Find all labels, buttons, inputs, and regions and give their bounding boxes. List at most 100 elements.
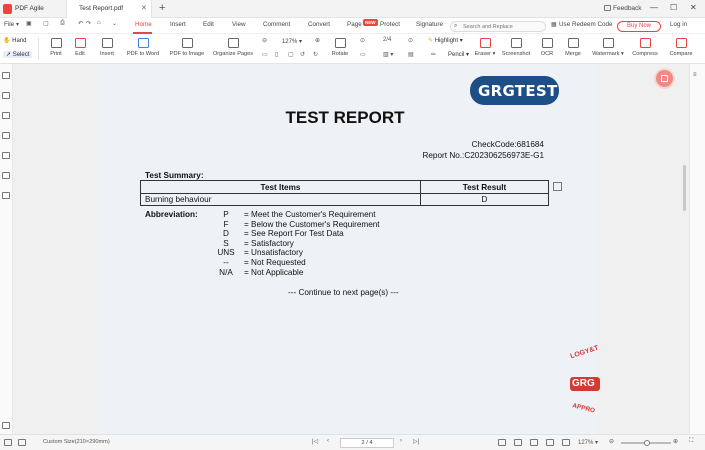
menu-convert[interactable]: Convert xyxy=(308,21,330,28)
save-icon[interactable]: ▣ xyxy=(26,20,32,27)
feedback-icon[interactable] xyxy=(604,5,611,11)
close-tab-icon[interactable]: ✕ xyxy=(141,4,147,12)
two-page-icon[interactable]: ▥ ▾ xyxy=(383,51,393,58)
eraser-button[interactable]: Eraser ▾ xyxy=(474,35,496,63)
rotate-button[interactable]: Rotate xyxy=(329,35,351,63)
new-tab-icon[interactable]: + xyxy=(159,2,165,14)
print-icon[interactable]: ⎙ xyxy=(60,20,65,27)
menu-signature[interactable]: Signature xyxy=(416,21,443,28)
menu-home[interactable]: Home xyxy=(135,21,152,28)
zoom-out-status-icon[interactable]: ⊖ xyxy=(609,438,614,445)
menu-insert[interactable]: Insert xyxy=(170,21,186,28)
fullscreen-icon[interactable]: ⛶ xyxy=(689,438,693,445)
scroll-mode-icon[interactable]: ▤ xyxy=(408,51,414,58)
fit-page-icon[interactable]: ▭ xyxy=(262,51,268,58)
compare-button[interactable]: Compare xyxy=(666,35,696,63)
attachment-icon[interactable] xyxy=(2,152,10,159)
fit-width-icon[interactable]: ▯ xyxy=(275,51,278,58)
layers-icon[interactable] xyxy=(2,172,10,179)
close-window-icon[interactable]: ✕ xyxy=(690,3,697,12)
zoom-in-icon[interactable]: ⊕ xyxy=(315,37,320,44)
edit-button[interactable]: Edit xyxy=(71,35,89,63)
open-folder-icon[interactable]: ▢ xyxy=(43,20,49,27)
chevron-down-icon[interactable]: ▾ xyxy=(16,21,19,28)
search-panel-icon[interactable] xyxy=(2,132,10,139)
abbreviation-meaning: = Below the Customer's Requirement xyxy=(244,219,380,229)
app-name: PDF Agile xyxy=(15,5,44,12)
highlight-tool[interactable]: ✎ Highlight ▾ xyxy=(428,37,463,44)
double-view-icon[interactable] xyxy=(530,439,538,446)
pdf-to-image-button[interactable]: PDF to Image xyxy=(166,35,208,63)
pdf-to-word-button[interactable]: PDF to Word xyxy=(123,35,163,63)
print-button[interactable]: Print xyxy=(46,35,66,63)
ocr-button[interactable]: OCR xyxy=(537,35,557,63)
menu-edit[interactable]: Edit xyxy=(203,21,214,28)
page-size-label: Custom Size(210×290mm) xyxy=(43,439,110,445)
next-page-nav-icon[interactable]: › xyxy=(400,438,402,444)
annotations-icon[interactable] xyxy=(2,112,10,119)
single-view-icon[interactable] xyxy=(498,439,506,446)
compress-icon xyxy=(639,38,651,48)
properties-icon[interactable]: ≡ xyxy=(693,72,697,78)
redo-icon[interactable]: ↷ xyxy=(86,20,91,27)
previous-page-icon[interactable]: ⊙ xyxy=(360,37,365,44)
rotate-right-icon[interactable]: ↻ xyxy=(313,51,318,58)
abbreviation-code: N/A xyxy=(219,267,233,277)
page-number-input[interactable]: 2 / 4 xyxy=(340,438,394,448)
settings-icon[interactable] xyxy=(2,422,10,429)
zoom-in-status-icon[interactable]: ⊕ xyxy=(673,438,678,445)
sidebar-toggle-icon[interactable] xyxy=(4,439,12,446)
table-tool-icon[interactable] xyxy=(553,182,562,191)
login-link[interactable]: Log in xyxy=(670,21,687,28)
insert-button[interactable]: Insert xyxy=(96,35,118,63)
signature-panel-icon[interactable] xyxy=(2,192,10,199)
search-input[interactable] xyxy=(463,22,543,31)
thumbnails-icon[interactable] xyxy=(2,92,10,99)
minimize-icon[interactable]: — xyxy=(650,3,658,12)
merge-button[interactable]: Merge xyxy=(562,35,584,63)
watermark-button[interactable]: Watermark ▾ xyxy=(592,35,624,63)
menu-protect[interactable]: Protect xyxy=(380,21,400,28)
first-page-icon[interactable]: |◁ xyxy=(312,438,318,445)
search-box[interactable]: ⌕ xyxy=(450,21,546,32)
menu-file[interactable]: File xyxy=(4,21,14,28)
zoom-out-icon[interactable]: ⊖ xyxy=(262,37,267,44)
buy-now-button[interactable]: Buy Now xyxy=(617,21,661,32)
maximize-icon[interactable]: ☐ xyxy=(670,3,677,12)
more-icon[interactable]: ⌄ xyxy=(112,20,117,27)
menu-icon[interactable] xyxy=(2,72,10,79)
home-icon[interactable]: ⌂ xyxy=(97,20,101,26)
zoom-level[interactable]: 127% ▾ xyxy=(578,439,598,446)
next-page-icon[interactable]: ⊙ xyxy=(408,37,413,44)
prev-page-icon[interactable]: ‹ xyxy=(327,438,329,444)
continuous-view-icon[interactable] xyxy=(514,439,522,446)
undo-icon[interactable]: ↶ xyxy=(78,20,83,27)
redeem-code-link[interactable]: Use Redeem Code xyxy=(559,21,613,28)
menu-comment[interactable]: Comment xyxy=(263,21,290,28)
double-continuous-icon[interactable] xyxy=(546,439,554,446)
hand-tool[interactable]: ✋ Hand xyxy=(3,37,27,44)
document-tab[interactable]: Test Report.pdf ✕ xyxy=(66,0,152,18)
app-logo-icon xyxy=(3,4,12,14)
compress-button[interactable]: Compress xyxy=(630,35,660,63)
zoom-slider-handle[interactable] xyxy=(644,440,650,446)
table-header-items: Test Items xyxy=(260,183,301,192)
page-counter[interactable]: 2/4 xyxy=(383,37,391,43)
stamp-logo: GRG xyxy=(570,377,600,391)
feedback-link[interactable]: Feedback xyxy=(613,5,642,12)
zoom-select[interactable]: 127% ▾ xyxy=(272,37,312,47)
actual-size-icon[interactable]: ▢ xyxy=(288,51,294,58)
abbreviation-meaning: = Not Requested xyxy=(244,258,306,267)
organize-pages-button[interactable]: Organize Pages xyxy=(212,35,254,63)
select-tool[interactable]: ➚ Select xyxy=(3,51,33,58)
last-page-icon[interactable]: ▷| xyxy=(413,438,419,445)
rotate-left-icon[interactable]: ↺ xyxy=(300,51,305,58)
single-page-icon[interactable]: ▭ xyxy=(360,51,366,58)
pencil-tool[interactable]: Pencil ▾ xyxy=(448,51,469,58)
fit-window-icon[interactable] xyxy=(562,439,570,446)
menu-view[interactable]: View xyxy=(232,21,246,28)
screenshot-button[interactable]: Screenshot xyxy=(500,35,532,63)
page-layout-icon[interactable] xyxy=(18,439,26,446)
menu-page[interactable]: Page xyxy=(347,21,362,28)
vertical-scrollbar[interactable] xyxy=(683,165,686,211)
